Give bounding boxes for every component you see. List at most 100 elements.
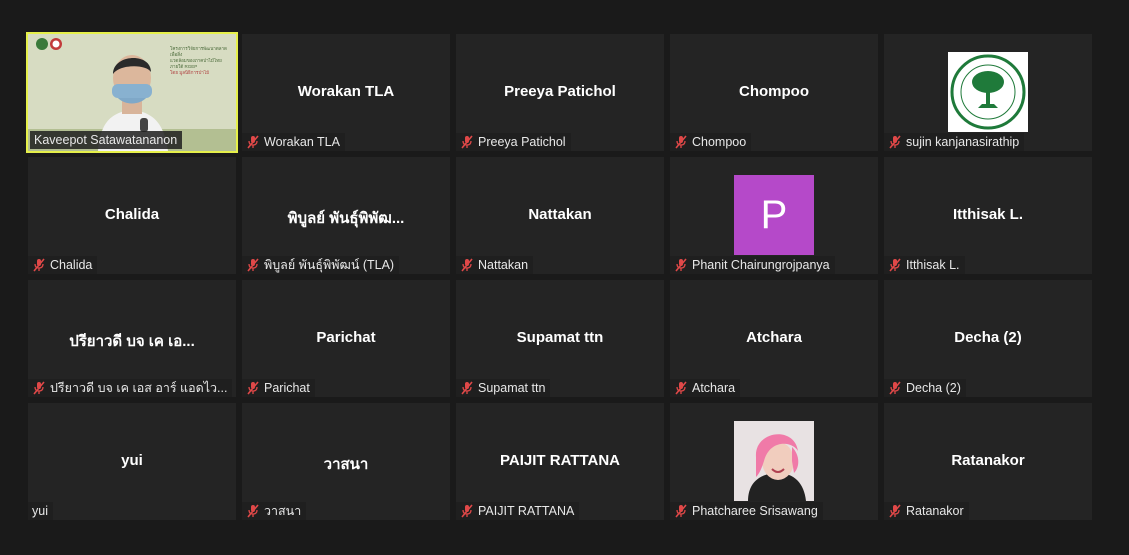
participant-name: Chalida — [50, 258, 93, 272]
participant-display-name: วาสนา — [323, 456, 369, 473]
participant-name-label: Preeya Patichol — [456, 133, 571, 151]
participant-tile[interactable]: Preeya Patichol Preeya Patichol — [456, 34, 664, 151]
muted-mic-icon — [675, 381, 687, 395]
participant-display-name: ปรียาวดี บจ เค เอ... — [69, 333, 195, 350]
muted-mic-icon — [675, 135, 687, 149]
muted-mic-icon — [33, 381, 45, 395]
participant-tile[interactable]: Phatcharee Srisawang — [670, 403, 878, 520]
participant-tile[interactable]: Worakan TLA Worakan TLA — [242, 34, 450, 151]
participant-name-label: Phanit Chairungrojpanya — [670, 256, 835, 274]
participant-tile[interactable]: Supamat ttn Supamat ttn — [456, 280, 664, 397]
participant-name-label: Supamat ttn — [456, 379, 551, 397]
participant-display-name: Itthisak L. — [952, 206, 1023, 223]
participant-display-name: Ratanakor — [951, 452, 1025, 469]
muted-mic-icon — [247, 258, 259, 272]
participant-name: Phanit Chairungrojpanya — [692, 258, 830, 272]
muted-mic-icon — [675, 258, 687, 272]
participant-display-name: Nattakan — [528, 206, 592, 223]
participant-name: Atchara — [692, 381, 736, 395]
gallery-grid: โครงการวิจัยการพัฒนาตลาดเพื่อสิ่ง แวดล้อ… — [26, 32, 1092, 520]
participant-display-name: Parichat — [316, 329, 376, 346]
participant-name: Nattakan — [478, 258, 529, 272]
participant-name-label: Parichat — [242, 379, 315, 397]
participant-name-label: วาสนา — [242, 502, 307, 520]
participant-name-label: yui — [28, 502, 53, 520]
participant-tile[interactable]: วาสนา วาสนา — [242, 403, 450, 520]
participant-name-label: Kaveepot Satawatananon — [30, 131, 183, 149]
participant-tile[interactable]: ปรียาวดี บจ เค เอ... ปรียาวดี บจ เค เอส … — [28, 280, 236, 397]
muted-mic-icon — [889, 258, 901, 272]
muted-mic-icon — [461, 381, 473, 395]
participant-name: Itthisak L. — [906, 258, 960, 272]
participant-tile[interactable]: Ratanakor Ratanakor — [884, 403, 1092, 520]
participant-tile-active-speaker[interactable]: โครงการวิจัยการพัฒนาตลาดเพื่อสิ่ง แวดล้อ… — [26, 32, 238, 153]
participant-tile[interactable]: Decha (2) Decha (2) — [884, 280, 1092, 397]
tree-logo-icon — [950, 54, 1026, 130]
participant-display-name: Worakan TLA — [297, 83, 395, 100]
participant-name-label: Worakan TLA — [242, 133, 345, 151]
participant-tile[interactable]: PAIJIT RATTANA PAIJIT RATTANA — [456, 403, 664, 520]
muted-mic-icon — [461, 258, 473, 272]
participant-tile[interactable]: Chompoo Chompoo — [670, 34, 878, 151]
muted-mic-icon — [675, 504, 687, 518]
participant-name-label: PAIJIT RATTANA — [456, 502, 580, 520]
participant-tile[interactable]: Itthisak L. Itthisak L. — [884, 157, 1092, 274]
participant-name: ปรียาวดี บจ เค เอส อาร์ แอดไว... — [50, 381, 228, 395]
participant-tile[interactable]: yui yui — [28, 403, 236, 520]
participant-display-name: yui — [121, 452, 143, 469]
participant-name-label: Nattakan — [456, 256, 534, 274]
participant-tile[interactable]: Nattakan Nattakan — [456, 157, 664, 274]
slide-line: โครงการวิจัยการพัฒนาตลาดเพื่อสิ่ง — [170, 46, 227, 57]
participant-name-label: Chalida — [28, 256, 98, 274]
participant-name-label: Atchara — [670, 379, 741, 397]
participant-name: Chompoo — [692, 135, 747, 149]
avatar: P — [734, 175, 814, 255]
participant-display-name: PAIJIT RATTANA — [500, 452, 620, 469]
participant-name: Preeya Patichol — [478, 135, 566, 149]
participant-tile[interactable]: P Phanit Chairungrojpanya — [670, 157, 878, 274]
participant-display-name: Supamat ttn — [516, 329, 604, 346]
muted-mic-icon — [461, 504, 473, 518]
participant-name-label: Itthisak L. — [884, 256, 965, 274]
participant-tile[interactable]: พิบูลย์ พันธุ์พิพัฒ... พิบูลย์ พันธุ์พิพ… — [242, 157, 450, 274]
participant-display-name: พิบูลย์ พันธุ์พิพัฒ... — [287, 210, 405, 227]
muted-mic-icon — [247, 381, 259, 395]
participant-name: Parichat — [264, 381, 310, 395]
participant-name: yui — [32, 504, 48, 518]
participant-display-name: Chalida — [104, 206, 160, 223]
participant-name: sujin kanjanasirathip — [906, 135, 1020, 149]
profile-photo-illustration — [734, 421, 814, 501]
participant-tile[interactable]: Atchara Atchara — [670, 280, 878, 397]
muted-mic-icon — [461, 135, 473, 149]
slide-text: โครงการวิจัยการพัฒนาตลาดเพื่อสิ่ง แวดล้อ… — [170, 46, 232, 76]
participant-name: วาสนา — [264, 504, 302, 518]
participant-name-label: Phatcharee Srisawang — [670, 502, 823, 520]
participant-name-label: sujin kanjanasirathip — [884, 133, 1025, 151]
participant-display-name: Atchara — [746, 329, 802, 346]
participant-name: Supamat ttn — [478, 381, 546, 395]
participant-tile[interactable]: Parichat Parichat — [242, 280, 450, 397]
participant-photo — [734, 421, 814, 501]
muted-mic-icon — [247, 504, 259, 518]
muted-mic-icon — [247, 135, 259, 149]
participant-name-label: Ratanakor — [884, 502, 969, 520]
participant-name-label: ปรียาวดี บจ เค เอส อาร์ แอดไว... — [28, 379, 233, 397]
participant-name: PAIJIT RATTANA — [478, 504, 575, 518]
participant-name-label: พิบูลย์ พันธุ์พิพัฒน์ (TLA) — [242, 256, 400, 274]
participant-display-name: Chompoo — [739, 83, 809, 100]
thai-latex-association-logo — [948, 52, 1028, 132]
muted-mic-icon — [889, 381, 901, 395]
muted-mic-icon — [33, 258, 45, 272]
participant-name: Phatcharee Srisawang — [692, 504, 818, 518]
participant-display-name: Preeya Patichol — [504, 83, 616, 100]
participant-name-label: Chompoo — [670, 133, 752, 151]
participant-name-label: Decha (2) — [884, 379, 966, 397]
participant-tile[interactable]: Chalida Chalida — [28, 157, 236, 274]
participant-display-name: Decha (2) — [954, 329, 1022, 346]
participant-name: Kaveepot Satawatananon — [34, 133, 178, 147]
participant-tile[interactable]: sujin kanjanasirathip — [884, 34, 1092, 151]
participant-name: Decha (2) — [906, 381, 961, 395]
participant-name: Worakan TLA — [264, 135, 340, 149]
participant-name: Ratanakor — [906, 504, 964, 518]
muted-mic-icon — [889, 135, 901, 149]
